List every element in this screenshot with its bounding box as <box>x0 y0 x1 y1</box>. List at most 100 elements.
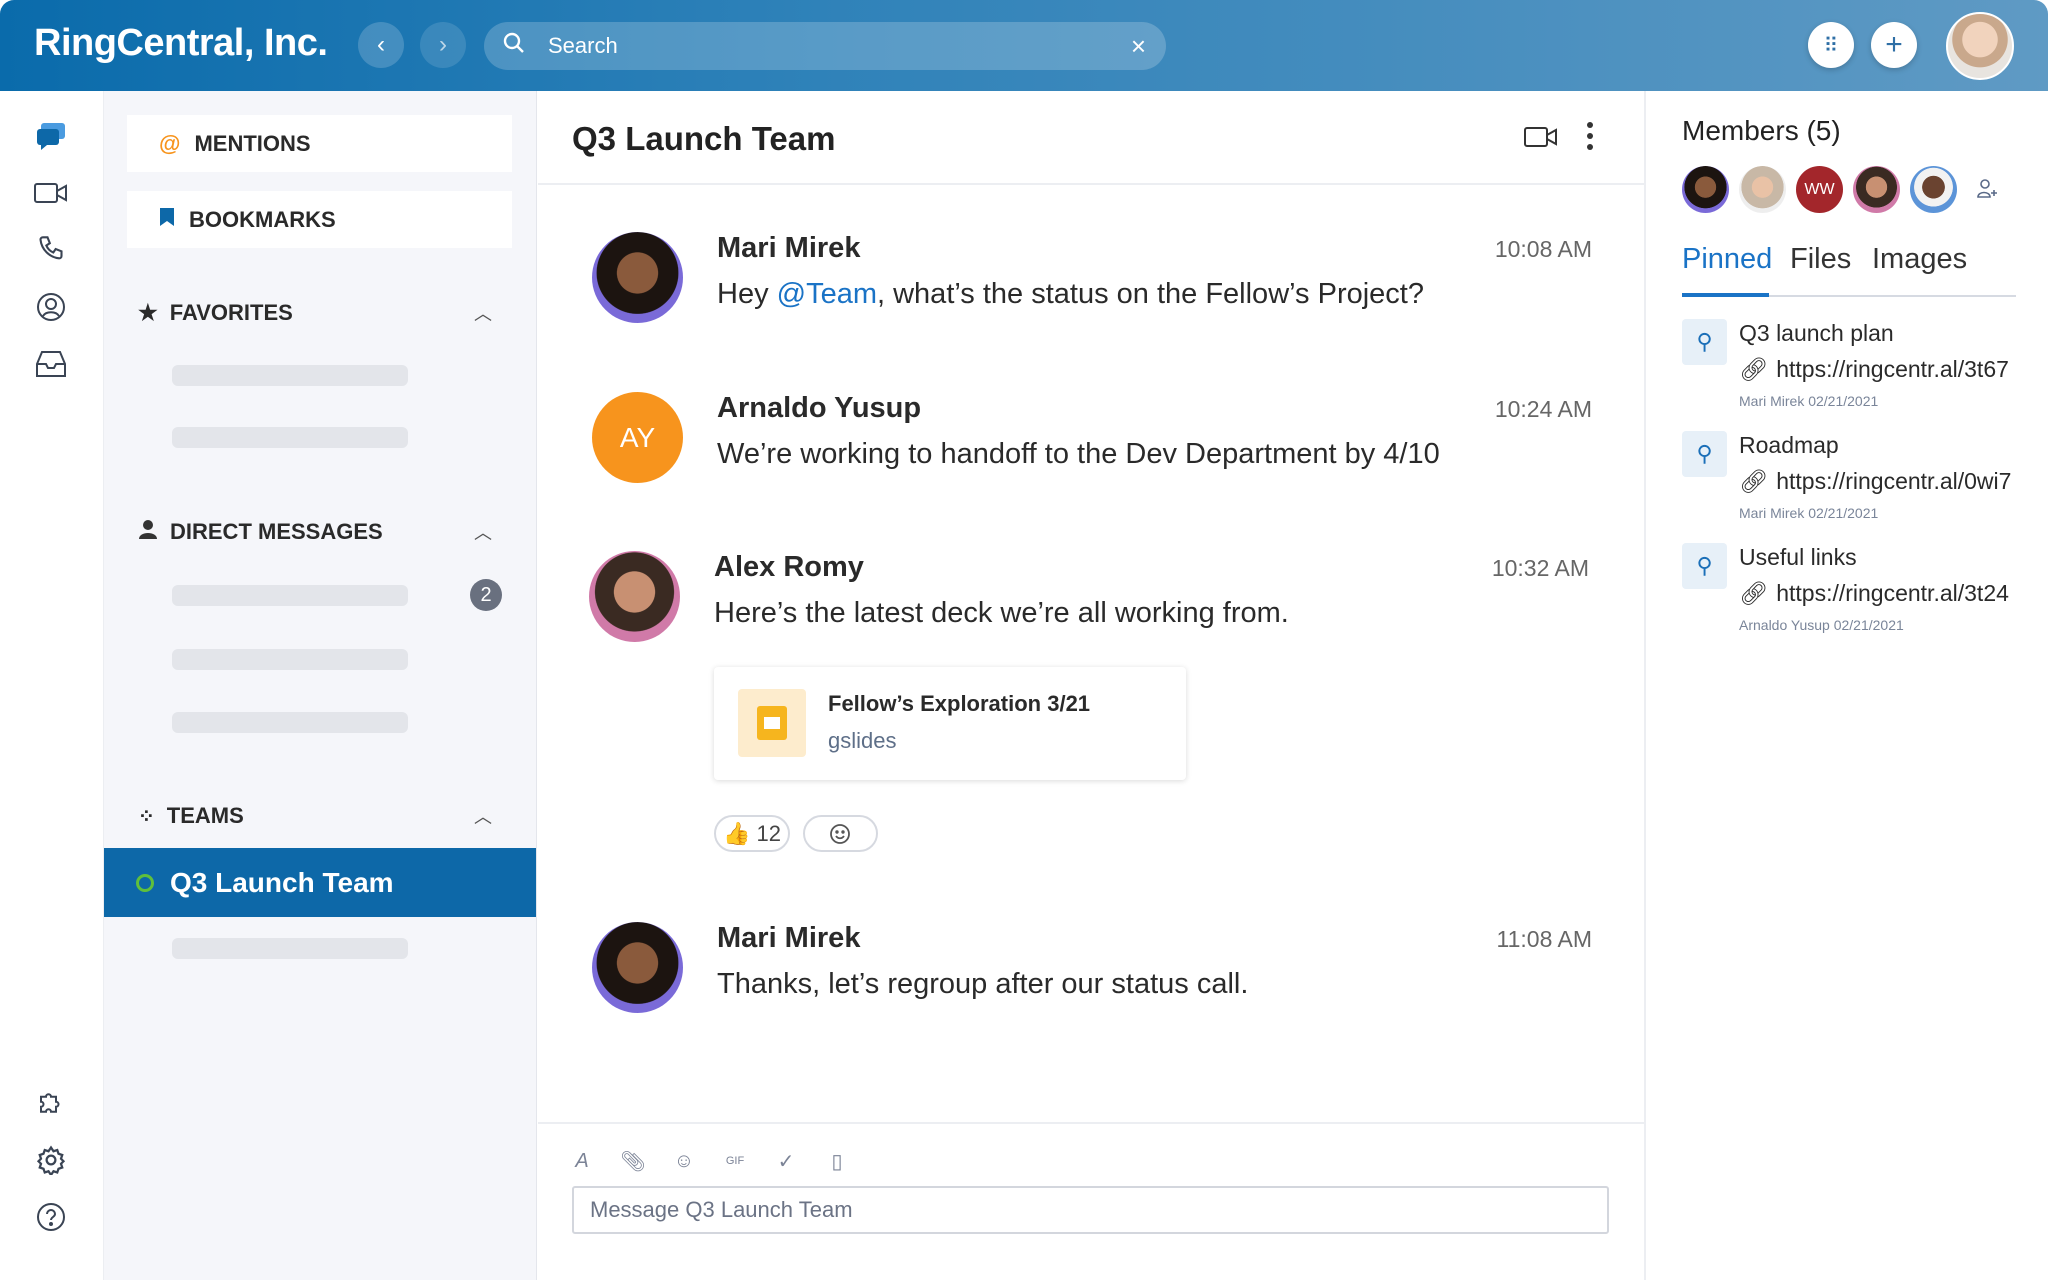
thumbs-up-icon: 👍 <box>723 820 751 846</box>
message-input[interactable]: Message Q3 Launch Team <box>572 1186 1609 1234</box>
pinned-title[interactable]: Useful links <box>1739 544 1857 571</box>
placeholder-item <box>172 365 408 386</box>
star-icon: ★ <box>138 300 158 325</box>
pinned-meta: Arnaldo Yusup 02/21/2021 <box>1739 617 1904 633</box>
reaction-count: 12 <box>756 820 781 846</box>
collapse-dm-icon[interactable]: ︿ <box>474 519 492 545</box>
help-icon[interactable] <box>32 1198 70 1236</box>
emoji-icon[interactable]: ☺ <box>669 1146 699 1176</box>
add-reaction-button[interactable] <box>803 815 878 852</box>
new-action-button[interactable]: + <box>1871 22 1917 68</box>
at-icon: @ <box>159 130 181 156</box>
integrations-icon[interactable] <box>32 1084 70 1122</box>
conversation-header: Q3 Launch Team <box>538 91 1644 185</box>
mentions-label: MENTIONS <box>194 130 311 156</box>
message-placeholder: Message Q3 Launch Team <box>590 1197 853 1222</box>
pinned-link[interactable]: 🔗︎ https://ringcentr.al/3t67 <box>1739 356 2009 383</box>
author-name: Alex Romy <box>714 551 864 583</box>
add-reaction-icon <box>829 823 850 844</box>
author-name: Mari Mirek <box>717 232 861 264</box>
details-panel: Members (5) WW Pinned Files Images ⚲ Q3 … <box>1644 91 2048 1280</box>
member-avatar[interactable] <box>1910 166 1957 213</box>
format-icon[interactable]: A <box>567 1146 597 1176</box>
contacts-icon[interactable] <box>32 288 70 326</box>
sidebar-item-mentions[interactable]: @ MENTIONS <box>127 115 512 172</box>
forward-button[interactable]: › <box>420 22 466 68</box>
collapse-teams-icon[interactable]: ︿ <box>474 803 492 829</box>
settings-icon[interactable] <box>32 1141 70 1179</box>
video-call-icon[interactable] <box>1524 125 1558 154</box>
tab-files[interactable]: Files <box>1790 243 1851 276</box>
file-type: gslides <box>828 728 897 753</box>
direct-messages-header[interactable]: DIRECT MESSAGES <box>138 519 383 545</box>
clear-search-icon[interactable]: × <box>1131 31 1146 62</box>
presence-icon <box>136 873 154 892</box>
avatar <box>592 922 683 1013</box>
teams-label: TEAMS <box>166 803 244 828</box>
pinned-link[interactable]: 🔗︎ https://ringcentr.al/3t24 <box>1739 580 2009 607</box>
message-text: Hey @Team, what’s the status on the Fell… <box>717 278 1424 310</box>
pinned-title[interactable]: Roadmap <box>1739 432 1839 459</box>
tab-images[interactable]: Images <box>1872 243 1967 276</box>
note-icon[interactable]: ▯ <box>822 1146 852 1176</box>
conversation: Q3 Launch Team Mari Mirek 10:08 AM Hey @… <box>538 91 1644 1280</box>
pin-icon: ⚲ <box>1682 543 1727 589</box>
video-icon[interactable] <box>32 174 70 212</box>
message: Mari Mirek 10:08 AM Hey @Team, what’s th… <box>592 232 1642 332</box>
file-attachment[interactable]: Fellow’s Exploration 3/21 gslides <box>714 667 1186 780</box>
teams-header[interactable]: ⁘ TEAMS <box>138 803 244 829</box>
pinned-title[interactable]: Q3 launch plan <box>1739 320 1894 347</box>
gif-icon[interactable]: GIF <box>720 1146 750 1176</box>
messages-icon[interactable] <box>32 117 70 155</box>
avatar: AY <box>592 392 683 483</box>
avatar <box>589 551 680 642</box>
link-icon: 🔗︎ <box>1739 468 1769 494</box>
team-mention[interactable]: @Team <box>777 278 877 310</box>
team-label: Q3 Launch Team <box>170 866 394 898</box>
pin-icon: ⚲ <box>1682 319 1727 365</box>
app-grid-button[interactable]: ⠿ <box>1808 22 1854 68</box>
top-bar: RingCentral, Inc. ‹ › Search × ⠿ + <box>0 0 2048 91</box>
search-input[interactable]: Search × <box>484 22 1166 70</box>
add-member-icon[interactable] <box>1976 177 2000 206</box>
message: AY Arnaldo Yusup 10:24 AM We’re working … <box>592 392 1642 492</box>
author-name: Arnaldo Yusup <box>717 392 922 424</box>
sidebar-item-bookmarks[interactable]: BOOKMARKS <box>127 191 512 248</box>
inbox-icon[interactable] <box>32 345 70 383</box>
search-placeholder: Search <box>548 33 618 58</box>
attach-icon[interactable]: 📎︎ <box>618 1146 648 1176</box>
member-avatar[interactable] <box>1739 166 1786 213</box>
tab-pinned[interactable]: Pinned <box>1682 243 1772 276</box>
message-text: Here’s the latest deck we’re all working… <box>714 597 1289 629</box>
placeholder-item <box>172 712 408 733</box>
member-avatar[interactable] <box>1853 166 1900 213</box>
back-button[interactable]: ‹ <box>358 22 404 68</box>
avatar <box>592 232 683 323</box>
person-icon <box>138 519 158 545</box>
sidebar: @ MENTIONS BOOKMARKS ★ FAVORITES ︿ DIRECT … <box>104 91 537 1280</box>
member-avatar[interactable] <box>1682 166 1729 213</box>
message: Mari Mirek 11:08 AM Thanks, let’s regrou… <box>592 922 1642 1022</box>
task-icon[interactable]: ✓ <box>771 1146 801 1176</box>
user-avatar[interactable] <box>1946 12 2014 80</box>
file-name: Fellow’s Exploration 3/21 <box>828 691 1091 716</box>
search-icon <box>502 31 526 61</box>
phone-icon[interactable] <box>32 230 70 268</box>
timestamp: 10:08 AM <box>1494 236 1592 262</box>
link-icon: 🔗︎ <box>1739 580 1769 606</box>
link-icon: 🔗︎ <box>1739 356 1769 382</box>
pin-icon: ⚲ <box>1682 431 1727 477</box>
timestamp: 11:08 AM <box>1496 926 1592 952</box>
pinned-link[interactable]: 🔗︎ https://ringcentr.al/0wi7 <box>1739 468 2011 495</box>
reaction-thumbs-up[interactable]: 👍 12 <box>714 815 790 852</box>
sidebar-item-q3-launch-team[interactable]: Q3 Launch Team <box>104 848 536 917</box>
placeholder-item <box>172 649 408 670</box>
brand-name: RingCentral, Inc. <box>34 22 328 64</box>
timestamp: 10:24 AM <box>1494 396 1592 422</box>
favorites-header[interactable]: ★ FAVORITES <box>138 300 293 326</box>
timestamp: 10:32 AM <box>1491 555 1589 581</box>
member-avatar[interactable]: WW <box>1796 166 1843 213</box>
collapse-favorites-icon[interactable]: ︿ <box>474 300 492 326</box>
message: Alex Romy 10:32 AM Here’s the latest dec… <box>589 551 1639 651</box>
more-options-icon[interactable] <box>1585 121 1595 156</box>
